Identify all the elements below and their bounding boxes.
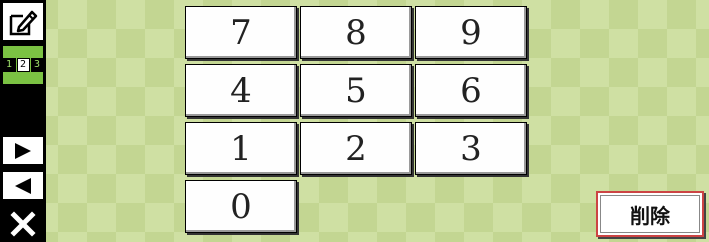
edit-pencil-icon: [9, 10, 38, 35]
key-1[interactable]: 1: [185, 122, 297, 175]
key-0[interactable]: 0: [185, 180, 297, 233]
mode-digit-1: 1: [2, 58, 16, 72]
numeric-mode-icon: 1 2 3: [2, 58, 44, 72]
delete-button[interactable]: 削除: [596, 191, 704, 237]
previous-button[interactable]: [3, 172, 43, 199]
mode-digit-3: 3: [30, 58, 44, 72]
key-2[interactable]: 2: [300, 122, 412, 175]
play-right-icon: [15, 142, 31, 159]
sidebar: 1 2 3: [0, 0, 46, 242]
play-left-icon: [15, 177, 31, 194]
key-5[interactable]: 5: [300, 64, 412, 117]
close-button[interactable]: [3, 208, 43, 240]
numeric-mode-button[interactable]: 1 2 3: [2, 46, 44, 84]
next-button[interactable]: [3, 137, 43, 164]
key-3[interactable]: 3: [415, 122, 527, 175]
mode-digit-2: 2: [16, 58, 30, 72]
close-x-icon: [10, 211, 36, 237]
key-9[interactable]: 9: [415, 6, 527, 59]
key-7[interactable]: 7: [185, 6, 297, 59]
edit-button[interactable]: [3, 3, 43, 40]
key-4[interactable]: 4: [185, 64, 297, 117]
key-6[interactable]: 6: [415, 64, 527, 117]
key-8[interactable]: 8: [300, 6, 412, 59]
